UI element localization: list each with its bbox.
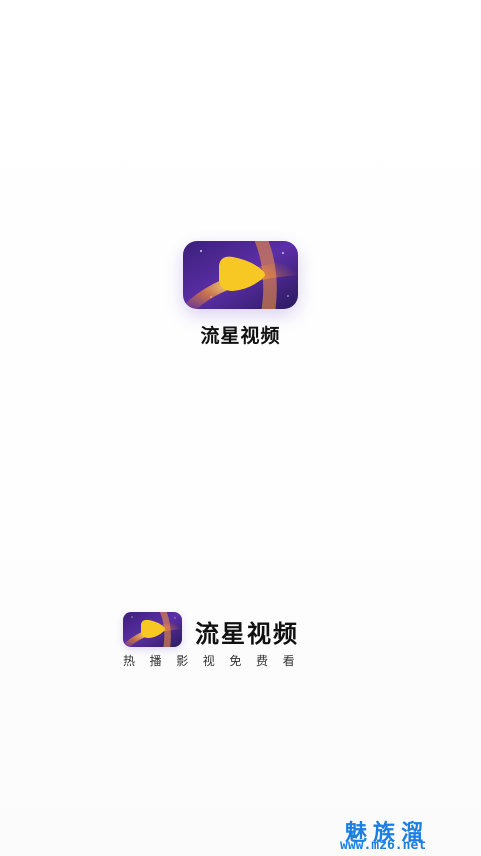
footer-brand-name: 流星视频 [195,620,299,648]
meteor-play-icon [123,612,182,647]
watermark-url: www.mz6.net [340,838,427,853]
footer-slogan: 热播影视免费看 [123,654,310,668]
splash-screen: 流星视频 流星视频 热播影视免费看 魅族溜 www.mz6.net [0,0,481,856]
meteor-play-icon [183,241,298,309]
footer-brand: 流星视频 [123,612,363,650]
footer-logo [123,612,182,647]
app-title: 流星视频 [200,325,281,347]
app-logo [183,241,298,309]
